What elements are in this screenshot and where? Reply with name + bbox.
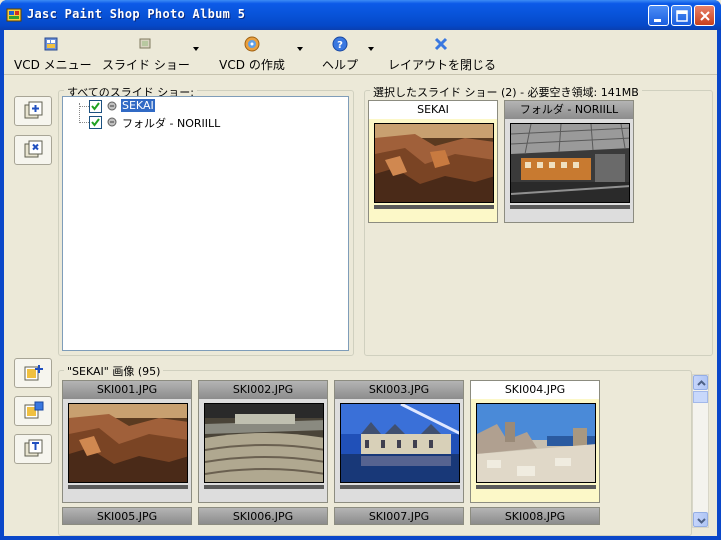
add-slideshow-icon	[24, 101, 43, 119]
tree-item-label: SEKAI	[121, 99, 155, 112]
app-window: Jasc Paint Shop Photo Album 5 VCD メニュー ス…	[0, 0, 721, 540]
thumb-image	[476, 403, 596, 483]
tree-item-sekai[interactable]: SEKAI	[63, 98, 343, 114]
image-thumb-partial[interactable]: SKI006.JPG	[198, 507, 328, 525]
tree-item-label: フォルダ - NORIILL	[122, 117, 221, 130]
toolbar-label: レイアウトを閉じる	[388, 58, 497, 72]
slideshow-icon	[139, 38, 151, 49]
client-area: VCD メニュー スライド ショー VCD の作成 ? ヘルプ レイアウトを閉じ…	[4, 30, 717, 536]
tree-item-folder[interactable]: フォルダ - NORIILL	[63, 114, 343, 130]
add-text-button[interactable]	[14, 434, 52, 464]
title-bar[interactable]: Jasc Paint Shop Photo Album 5	[0, 0, 721, 30]
thumb-title: SEKAI	[369, 101, 497, 119]
thumb-title: SKI004.JPG	[471, 381, 599, 399]
images-label: "SEKAI" 画像 (95)	[64, 363, 164, 379]
thumb-image	[340, 403, 460, 483]
toolbar-help[interactable]: ? ヘルプ	[320, 32, 360, 72]
chevron-down-icon	[697, 518, 706, 524]
scroll-up-button[interactable]	[693, 375, 708, 390]
edit-image-icon	[24, 401, 44, 419]
thumb-image	[374, 123, 494, 203]
image-thumb-partial[interactable]: SKI005.JPG	[62, 507, 192, 525]
add-image-icon	[24, 365, 43, 381]
tree-item-checkbox[interactable]	[89, 116, 102, 129]
toolbar-vcd-menu[interactable]: VCD メニュー	[14, 32, 92, 72]
thumb-bar	[510, 205, 630, 209]
maximize-button[interactable]	[671, 5, 692, 26]
remove-slideshow-icon	[24, 140, 43, 158]
thumb-image	[204, 403, 324, 483]
thumb-bar	[374, 205, 494, 209]
help-dropdown-icon[interactable]	[367, 46, 375, 52]
toolbar-divider	[4, 74, 717, 75]
thumb-bar	[340, 485, 460, 489]
minimize-button[interactable]	[648, 5, 669, 26]
minimize-icon	[654, 19, 661, 22]
selected-slideshow-thumb[interactable]: SEKAI	[368, 100, 498, 223]
thumb-bar	[476, 485, 596, 489]
add-image-button[interactable]	[14, 358, 52, 388]
toolbar-create-vcd[interactable]: VCD の作成	[214, 32, 290, 72]
thumb-bar	[204, 485, 324, 489]
toolbar-slideshow[interactable]: スライド ショー	[102, 32, 190, 72]
toolbar: VCD メニュー スライド ショー VCD の作成 ? ヘルプ レイアウトを閉じ…	[4, 30, 717, 74]
selected-slideshows-label: 選択したスライド ショー (2) - 必要空き領域: 141MB	[370, 84, 642, 100]
image-thumb[interactable]: SKI004.JPG	[470, 380, 600, 503]
thumb-title: SKI002.JPG	[199, 381, 327, 399]
create-vcd-dropdown-icon[interactable]	[296, 46, 304, 52]
image-thumb[interactable]: SKI003.JPG	[334, 380, 464, 503]
thumb-title: フォルダ - NORIILL	[505, 101, 633, 119]
image-thumb[interactable]: SKI002.JPG	[198, 380, 328, 503]
selected-slideshow-thumb[interactable]: フォルダ - NORIILL	[504, 100, 634, 223]
toolbar-close-layout[interactable]: レイアウトを閉じる	[388, 32, 497, 72]
slideshow-dropdown-icon[interactable]	[192, 46, 200, 52]
image-thumb[interactable]: SKI001.JPG	[62, 380, 192, 503]
toolbar-label: VCD の作成	[219, 58, 285, 72]
help-icon: ?	[332, 36, 348, 52]
maximize-icon	[676, 10, 688, 22]
vcd-menu-icon	[44, 37, 58, 51]
thumb-title: SKI001.JPG	[63, 381, 191, 399]
images-scrollbar[interactable]	[692, 374, 709, 528]
toolbar-label: VCD メニュー	[14, 58, 92, 72]
app-icon	[6, 8, 22, 22]
image-thumb-partial[interactable]: SKI007.JPG	[334, 507, 464, 525]
svg-text:?: ?	[337, 40, 343, 51]
scroll-thumb[interactable]	[693, 391, 708, 403]
thumb-image	[68, 403, 188, 483]
checkmark-icon	[91, 102, 100, 111]
thumb-title: SKI003.JPG	[335, 381, 463, 399]
close-window-button[interactable]	[694, 5, 715, 26]
slideshow-node-icon	[107, 117, 117, 127]
tree-item-checkbox[interactable]	[89, 100, 102, 113]
toolbar-label: ヘルプ	[321, 58, 358, 72]
edit-image-button[interactable]	[14, 396, 52, 426]
remove-slideshow-button[interactable]	[14, 135, 52, 165]
slideshow-node-icon	[107, 101, 117, 111]
add-slideshow-button[interactable]	[14, 96, 52, 126]
close-icon	[700, 11, 710, 21]
thumb-bar	[68, 485, 188, 489]
thumb-image	[510, 123, 630, 203]
close-layout-icon	[434, 37, 448, 51]
slideshow-tree[interactable]: SEKAI フォルダ - NORIILL	[62, 96, 349, 351]
image-thumb-partial[interactable]: SKI008.JPG	[470, 507, 600, 525]
checkmark-icon	[91, 118, 100, 127]
window-title: Jasc Paint Shop Photo Album 5	[27, 7, 246, 21]
scroll-down-button[interactable]	[693, 512, 708, 527]
chevron-up-icon	[697, 380, 706, 386]
toolbar-label: スライド ショー	[102, 58, 190, 72]
text-slide-icon	[24, 439, 43, 457]
create-vcd-icon	[244, 36, 260, 52]
